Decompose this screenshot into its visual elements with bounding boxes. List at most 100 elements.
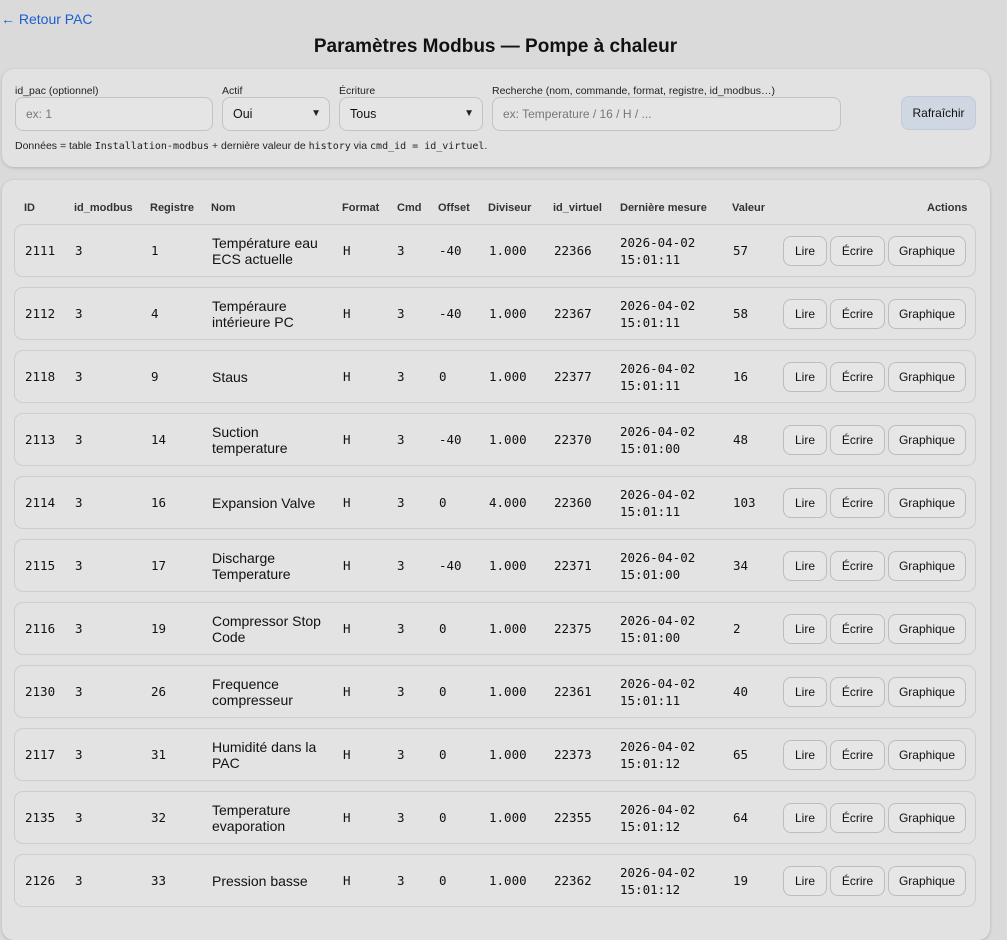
cell-id-virtuel: 22377 [554,369,592,384]
write-button[interactable]: Écrire [830,551,885,581]
cell-offset: -40 [439,432,462,447]
read-button[interactable]: Lire [783,866,827,896]
cell-diviseur: 1.000 [489,747,527,762]
chart-button[interactable]: Graphique [888,677,966,707]
read-button[interactable]: Lire [783,362,827,392]
back-link[interactable]: ← Retour PAC [1,11,93,27]
chart-button[interactable]: Graphique [888,740,966,770]
timestamp: 2026-04-02 15:01:11 [620,675,695,709]
write-button[interactable]: Écrire [830,425,885,455]
cell-diviseur: 1.000 [489,243,527,258]
cell-registre: 33 [151,873,167,888]
ecriture-select[interactable]: Tous ▼ [339,97,483,131]
read-button[interactable]: Lire [783,551,827,581]
cell-derniere-mesure: 2026-04-02 15:01:00 [620,603,695,654]
note-via: via [350,140,371,152]
search-input[interactable]: ex: Temperature / 16 / H / ... [492,97,841,131]
ecriture-field: Écriture Tous ▼ [339,85,483,131]
cell-id: 2117 [25,747,56,762]
chart-button[interactable]: Graphique [888,614,966,644]
chart-button[interactable]: Graphique [888,299,966,329]
cell-nom: Suction temperature [212,423,288,456]
chart-button[interactable]: Graphique [888,551,966,581]
note-history-code: history [308,141,351,152]
cell-nom: Tempéraure intérieure PC [212,297,294,330]
id-pac-input[interactable]: ex: 1 [15,97,213,131]
header-format: Format [342,202,380,214]
cell-format: H [343,747,351,762]
write-button[interactable]: Écrire [830,362,885,392]
cell-registre: 16 [151,495,167,510]
note-mapping-code: cmd_id = id_virtuel [370,141,485,152]
cell-cmd: 3 [397,495,405,510]
read-button[interactable]: Lire [783,425,827,455]
timestamp: 2026-04-02 15:01:11 [620,297,695,331]
write-button[interactable]: Écrire [830,803,885,833]
cell-format: H [343,243,351,258]
read-button[interactable]: Lire [783,803,827,833]
cell-registre: 4 [151,306,159,321]
cell-cmd: 3 [397,621,405,636]
cell-registre: 17 [151,558,167,573]
cell-id-modbus: 3 [75,621,83,636]
cell-offset: 0 [439,810,447,825]
cell-diviseur: 1.000 [489,684,527,699]
cell-diviseur: 1.000 [489,558,527,573]
write-button[interactable]: Écrire [830,740,885,770]
modbus-table: ID id_modbus Registre Nom Format Cmd Off… [2,180,990,940]
chart-button[interactable]: Graphique [888,488,966,518]
write-button[interactable]: Écrire [830,614,885,644]
write-button[interactable]: Écrire [830,677,885,707]
chart-button[interactable]: Graphique [888,236,966,266]
read-button[interactable]: Lire [783,614,827,644]
timestamp: 2026-04-02 15:01:00 [620,549,695,583]
timestamp-date: 2026-04-02 [620,486,696,502]
table-row: 2115 3 17 Discharge Temperature H 3 -40 1.000 22… [14,539,976,592]
timestamp-date: 2026-04-02 [620,738,696,754]
cell-nom: Pression basse [212,872,308,889]
cell-diviseur: 1.000 [489,621,527,636]
write-button[interactable]: Écrire [830,236,885,266]
cell-id-modbus: 3 [75,306,83,321]
write-button[interactable]: Écrire [830,488,885,518]
read-button[interactable]: Lire [783,236,827,266]
cell-cmd: 3 [397,558,405,573]
cell-offset: -40 [439,306,462,321]
write-button[interactable]: Écrire [830,866,885,896]
cell-format: H [343,558,351,573]
table-row: 2126 3 33 Pression basse H 3 0 1.000 22362 19 2026… [14,854,976,907]
timestamp-time: 15:01:12 [620,881,681,897]
header-nom: Nom [211,202,236,214]
chart-button[interactable]: Graphique [888,425,966,455]
refresh-button[interactable]: Rafraîchir [901,96,976,130]
actif-select[interactable]: Oui ▼ [222,97,330,131]
cell-offset: 0 [439,747,447,762]
timestamp-time: 15:01:11 [620,692,681,708]
cell-id-modbus: 3 [75,684,83,699]
cell-id-virtuel: 22371 [554,558,592,573]
chart-button[interactable]: Graphique [888,803,966,833]
cell-derniere-mesure: 2026-04-02 15:01:11 [620,477,695,528]
timestamp-time: 15:01:12 [620,755,681,771]
table-row: 2118 3 9 Staus H 3 0 1.000 22377 16 2026-04-02 15:0… [14,350,976,403]
header-diviseur: Diviseur [488,202,532,214]
cell-registre: 14 [151,432,167,447]
timestamp-time: 15:01:11 [620,314,681,330]
header-cmd: Cmd [397,202,422,214]
read-button[interactable]: Lire [783,740,827,770]
cell-id-virtuel: 22373 [554,747,592,762]
cell-valeur: 2 [733,621,741,636]
read-button[interactable]: Lire [783,488,827,518]
cell-valeur: 65 [733,747,749,762]
cell-derniere-mesure: 2026-04-02 15:01:11 [620,288,695,339]
cell-diviseur: 1.000 [489,306,527,321]
chart-button[interactable]: Graphique [888,866,966,896]
read-button[interactable]: Lire [783,677,827,707]
table-row: 2130 3 26 Frequence compresseur H 3 0 1.000 2236… [14,665,976,718]
read-button[interactable]: Lire [783,299,827,329]
write-button[interactable]: Écrire [830,299,885,329]
cell-cmd: 3 [397,432,405,447]
chart-button[interactable]: Graphique [888,362,966,392]
timestamp-date: 2026-04-02 [620,612,696,628]
timestamp-time: 15:01:11 [620,377,681,393]
